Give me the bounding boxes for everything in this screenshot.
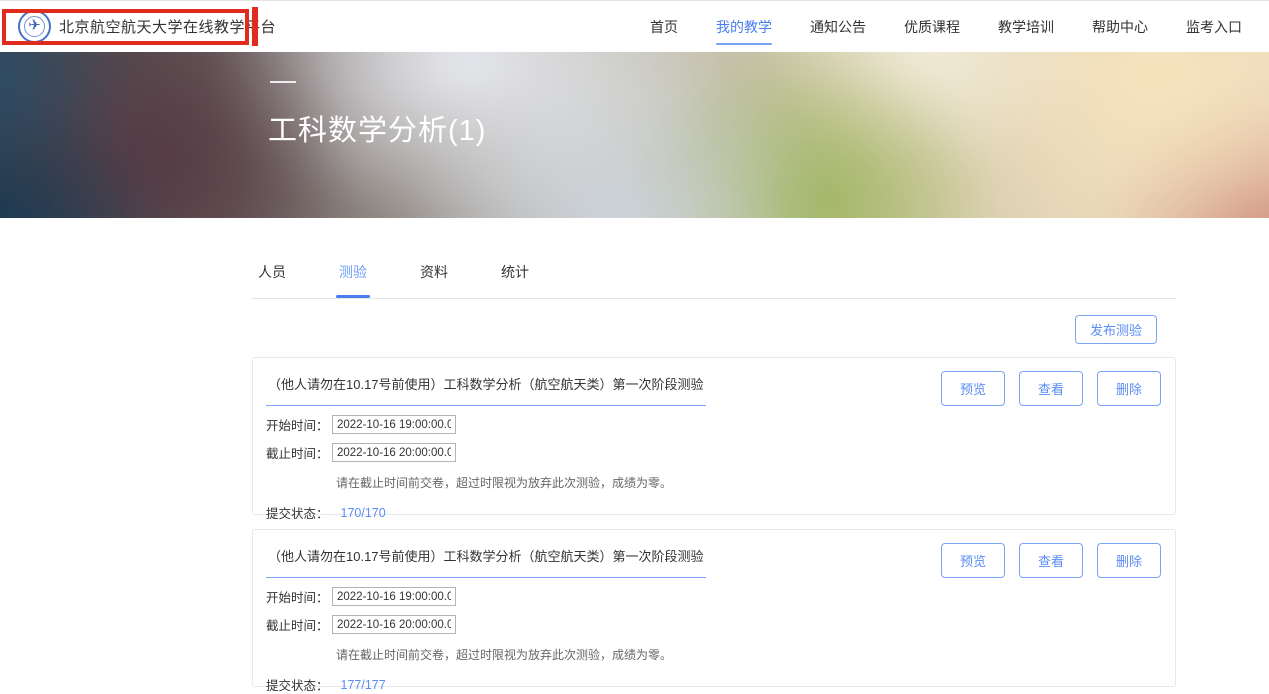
submission-status-row: 提交状态： 170/170 [266,503,1159,522]
nav-item-proctor-entrance[interactable]: 监考入口 [1186,11,1242,43]
nav-item-my-teaching[interactable]: 我的教学 [716,11,772,43]
nav-item-quality-courses[interactable]: 优质课程 [904,11,960,43]
submission-status-row: 提交状态： 177/177 [266,675,1159,694]
view-button[interactable]: 查看 [1019,543,1083,578]
start-time-label: 开始时间： [266,587,323,606]
banner-dash [270,81,296,83]
submission-status-link[interactable]: 177/177 [341,678,386,692]
top-header: 北京航空航天大学在线教学平台 首页 我的教学 通知公告 优质课程 教学培训 帮助… [0,0,1269,52]
tab-quizzes[interactable]: 测验 [339,245,367,298]
submission-status-link[interactable]: 170/170 [341,506,386,520]
start-time-row: 开始时间： [266,587,1159,606]
deadline-note: 请在截止时间前交卷，超过时限视为放弃此次测验，成绩为零。 [336,474,1159,491]
nav-item-home[interactable]: 首页 [650,11,678,43]
start-time-row: 开始时间： [266,415,1159,434]
preview-button[interactable]: 预览 [941,543,1005,578]
submission-status-label: 提交状态： [266,675,329,694]
banner-background-image [0,52,1269,218]
nav-item-notices[interactable]: 通知公告 [810,11,866,43]
start-time-input[interactable] [332,587,456,606]
course-banner: 工科数学分析(1) [0,52,1269,218]
end-time-row: 截止时间： [266,443,1159,462]
quiz-card: （他人请勿在10.17号前使用）工科数学分析（航空航天类）第一次阶段测验 预览 … [252,529,1176,687]
quiz-actions: 预览 查看 删除 [941,371,1161,406]
brand[interactable]: 北京航空航天大学在线教学平台 [18,10,276,43]
quiz-title-link[interactable]: （他人请勿在10.17号前使用）工科数学分析（航空航天类）第一次阶段测验 [266,544,706,578]
end-time-row: 截止时间： [266,615,1159,634]
quiz-title-link[interactable]: （他人请勿在10.17号前使用）工科数学分析（航空航天类）第一次阶段测验 [266,372,706,406]
course-title: 工科数学分析(1) [268,107,486,149]
end-time-label: 截止时间： [266,443,323,462]
course-tabbar: 人员 测验 资料 统计 [252,245,1176,299]
publish-quiz-button[interactable]: 发布测验 [1075,315,1157,344]
university-seal-logo [18,10,51,43]
deadline-note: 请在截止时间前交卷，超过时限视为放弃此次测验，成绩为零。 [336,646,1159,663]
delete-button[interactable]: 删除 [1097,543,1161,578]
nav-item-help-center[interactable]: 帮助中心 [1092,11,1148,43]
nav-item-teacher-training[interactable]: 教学培训 [998,11,1054,43]
brand-title: 北京航空航天大学在线教学平台 [59,16,276,37]
preview-button[interactable]: 预览 [941,371,1005,406]
quiz-actions: 预览 查看 删除 [941,543,1161,578]
tab-members[interactable]: 人员 [258,245,286,298]
submission-status-label: 提交状态： [266,503,329,522]
start-time-input[interactable] [332,415,456,434]
quiz-card: （他人请勿在10.17号前使用）工科数学分析（航空航天类）第一次阶段测验 预览 … [252,357,1176,515]
end-time-input[interactable] [332,615,456,634]
main-content: 人员 测验 资料 统计 发布测验 （他人请勿在10.17号前使用）工科数学分析（… [252,218,1176,687]
view-button[interactable]: 查看 [1019,371,1083,406]
start-time-label: 开始时间： [266,415,323,434]
tab-statistics[interactable]: 统计 [501,245,529,298]
end-time-label: 截止时间： [266,615,323,634]
tab-materials[interactable]: 资料 [420,245,448,298]
delete-button[interactable]: 删除 [1097,371,1161,406]
main-nav: 首页 我的教学 通知公告 优质课程 教学培训 帮助中心 监考入口 [631,1,1261,53]
quiz-toolbar: 发布测验 [252,299,1176,350]
end-time-input[interactable] [332,443,456,462]
